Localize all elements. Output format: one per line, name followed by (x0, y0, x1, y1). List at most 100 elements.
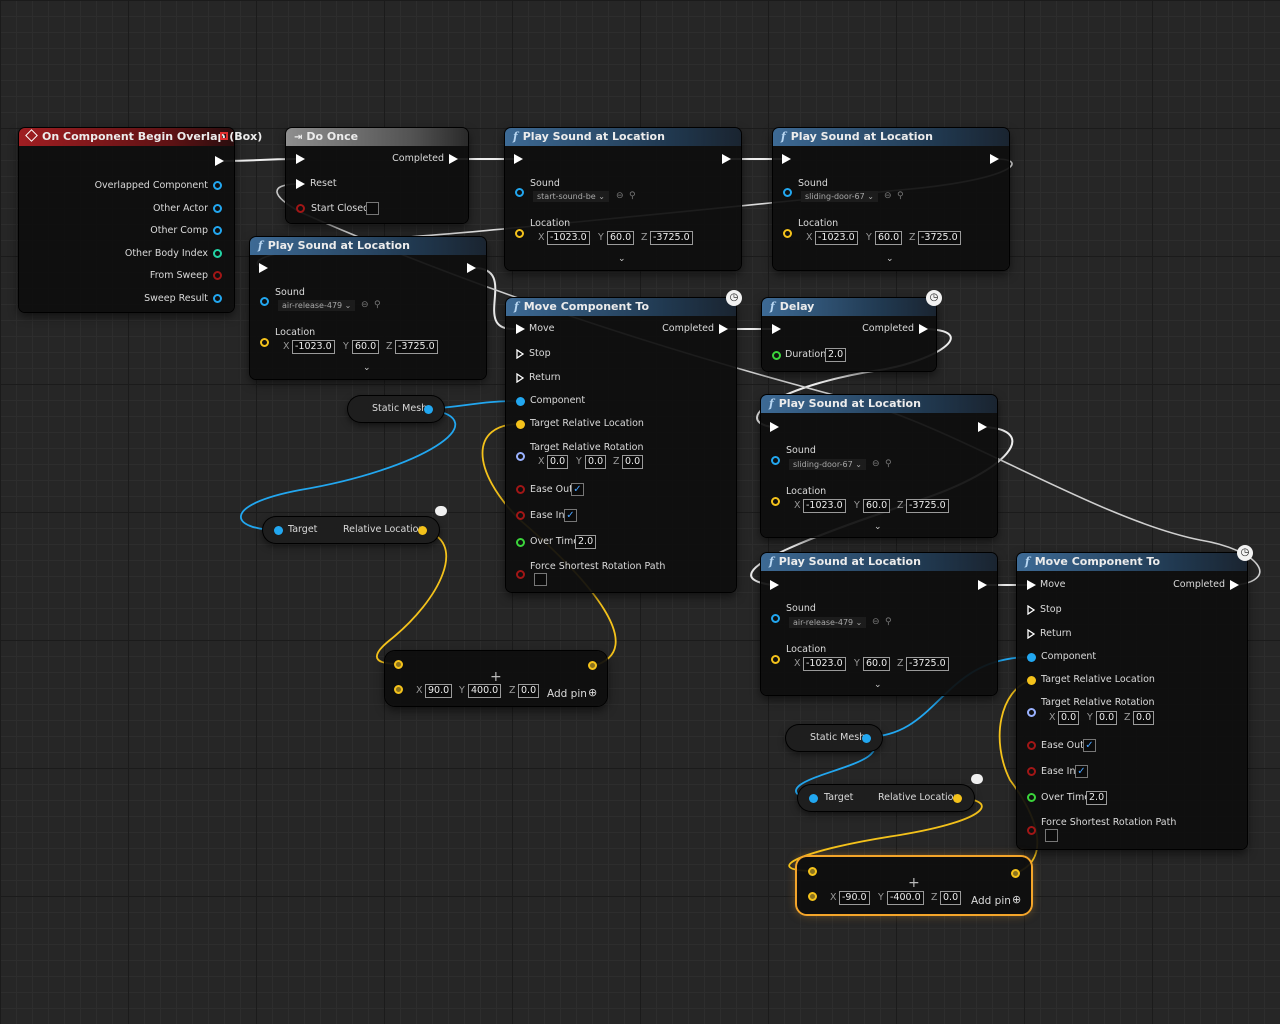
sound-pin[interactable] (771, 614, 780, 623)
completed-exec-pin[interactable] (1230, 580, 1239, 590)
exec-output-pin[interactable] (722, 154, 731, 164)
play-sound-node-1[interactable]: f Play Sound at Location Sound start-soun… (505, 128, 741, 270)
pin-overlapped-component[interactable] (213, 181, 222, 190)
rotation-x-field[interactable]: 0.0 (547, 455, 569, 469)
vector-output-pin[interactable] (588, 661, 597, 670)
location-z-field[interactable]: -3725.0 (906, 657, 949, 671)
exec-output-pin[interactable] (467, 263, 476, 273)
use-selected-icon[interactable]: ⊖ (884, 191, 892, 201)
use-selected-icon[interactable]: ⊖ (872, 459, 880, 469)
rotation-y-field[interactable]: 0.0 (585, 455, 607, 469)
target-relative-location-pin[interactable] (1027, 676, 1036, 685)
target-relative-rotation-pin[interactable] (1027, 708, 1036, 717)
add-pin-label[interactable]: Add pin (547, 688, 587, 700)
exec-input-pin[interactable] (259, 263, 268, 273)
move-component-node-2[interactable]: f Move Component To Move Completed Stop R… (1017, 553, 1247, 849)
browse-search-icon[interactable]: ⚲ (885, 617, 892, 627)
location-z-field[interactable]: -3725.0 (906, 499, 949, 513)
ease-out-pin[interactable] (1027, 741, 1036, 750)
rotation-x-field[interactable]: 0.0 (1058, 711, 1080, 725)
sound-asset-dropdown[interactable]: start-sound-be ⌄ (533, 191, 609, 202)
return-exec-pin[interactable] (1027, 629, 1035, 639)
location-z-field[interactable]: -3725.0 (918, 231, 961, 245)
vector-input-a-pin[interactable] (394, 660, 403, 669)
browse-search-icon[interactable]: ⚲ (629, 191, 636, 201)
location-y-field[interactable]: 60.0 (875, 231, 903, 245)
ease-out-checkbox[interactable]: ✓ (1083, 739, 1096, 752)
static-mesh-variable-node-2[interactable]: Static Mesh (786, 725, 882, 751)
comment-bubble-icon[interactable] (971, 774, 983, 784)
sound-pin[interactable] (260, 297, 269, 306)
vector-input-a-pin[interactable] (808, 867, 817, 876)
relative-location-output-pin[interactable] (953, 794, 962, 803)
location-y-field[interactable]: 60.0 (863, 499, 891, 513)
component-pin[interactable] (516, 397, 525, 406)
duration-pin[interactable] (772, 351, 781, 360)
expand-chevron-icon[interactable]: ⌄ (886, 254, 894, 264)
play-sound-node-2[interactable]: f Play Sound at Location Sound sliding-do… (773, 128, 1009, 270)
pin-from-sweep[interactable] (213, 271, 222, 280)
do-once-node[interactable]: ⇥ Do Once Completed Reset Start Closed (286, 128, 468, 223)
over-time-field[interactable]: 2.0 (1086, 791, 1108, 805)
location-z-field[interactable]: -3725.0 (395, 340, 438, 354)
start-closed-checkbox[interactable] (366, 202, 379, 215)
sound-asset-dropdown[interactable]: sliding-door-67 ⌄ (789, 459, 866, 470)
get-relative-location-node-2[interactable]: Target Relative Location (798, 785, 974, 811)
use-selected-icon[interactable]: ⊖ (872, 617, 880, 627)
add-circle-icon[interactable]: ⊕ (1012, 893, 1021, 906)
pin-other-comp[interactable] (213, 226, 222, 235)
target-relative-rotation-pin[interactable] (516, 452, 525, 461)
completed-exec-pin[interactable] (449, 154, 458, 164)
add-z-field[interactable]: 0.0 (940, 891, 962, 905)
add-x-field[interactable]: -90.0 (839, 891, 870, 905)
vector-output-pin[interactable] (1011, 869, 1020, 878)
vector-input-b-pin[interactable] (808, 892, 817, 901)
exec-input-pin[interactable] (296, 154, 305, 164)
location-pin[interactable] (771, 497, 780, 506)
exec-output-pin[interactable] (978, 580, 987, 590)
use-selected-icon[interactable]: ⊖ (616, 191, 624, 201)
event-delegate-pin[interactable] (220, 132, 228, 140)
target-relative-location-pin[interactable] (516, 420, 525, 429)
rotation-z-field[interactable]: 0.0 (622, 455, 644, 469)
rotation-z-field[interactable]: 0.0 (1133, 711, 1155, 725)
target-input-pin[interactable] (809, 794, 818, 803)
pin-other-actor[interactable] (213, 204, 222, 213)
event-node-component-begin-overlap[interactable]: On Component Begin Overlap (Box) Overlap… (19, 128, 262, 312)
ease-in-pin[interactable] (516, 511, 525, 520)
add-x-field[interactable]: 90.0 (425, 684, 453, 698)
exec-input-pin[interactable] (770, 580, 779, 590)
location-pin[interactable] (783, 229, 792, 238)
expand-chevron-icon[interactable]: ⌄ (618, 254, 626, 264)
pin-sweep-result[interactable] (213, 294, 222, 303)
return-exec-pin[interactable] (516, 373, 524, 383)
location-y-field[interactable]: 60.0 (863, 657, 891, 671)
force-shortest-checkbox[interactable] (534, 573, 547, 586)
location-x-field[interactable]: -1023.0 (803, 657, 846, 671)
stop-exec-pin[interactable] (516, 349, 524, 359)
target-input-pin[interactable] (274, 526, 283, 535)
location-x-field[interactable]: -1023.0 (292, 340, 335, 354)
ease-in-checkbox[interactable]: ✓ (564, 509, 577, 522)
sound-pin[interactable] (515, 188, 524, 197)
expand-chevron-icon[interactable]: ⌄ (874, 680, 882, 690)
relative-location-output-pin[interactable] (418, 526, 427, 535)
exec-output-pin[interactable] (990, 154, 999, 164)
use-selected-icon[interactable]: ⊖ (361, 300, 369, 310)
browse-search-icon[interactable]: ⚲ (885, 459, 892, 469)
expand-chevron-icon[interactable]: ⌄ (363, 363, 371, 373)
static-mesh-variable-node-1[interactable]: Static Mesh (348, 396, 444, 422)
ease-in-pin[interactable] (1027, 767, 1036, 776)
play-sound-node-4[interactable]: f Play Sound at Location Sound sliding-do… (761, 395, 997, 537)
exec-input-pin[interactable] (772, 324, 781, 334)
location-y-field[interactable]: 60.0 (607, 231, 635, 245)
ease-out-checkbox[interactable]: ✓ (571, 483, 584, 496)
reset-exec-pin[interactable] (296, 179, 305, 189)
add-z-field[interactable]: 0.0 (518, 684, 540, 698)
static-mesh-output-pin[interactable] (424, 405, 433, 414)
location-x-field[interactable]: -1023.0 (815, 231, 858, 245)
over-time-field[interactable]: 2.0 (575, 535, 597, 549)
completed-exec-pin[interactable] (919, 324, 928, 334)
vector-add-node-1[interactable]: + X 90.0 Y 400.0 Z 0.0 Add pin ⊕ (385, 651, 607, 706)
add-circle-icon[interactable]: ⊕ (588, 686, 597, 699)
